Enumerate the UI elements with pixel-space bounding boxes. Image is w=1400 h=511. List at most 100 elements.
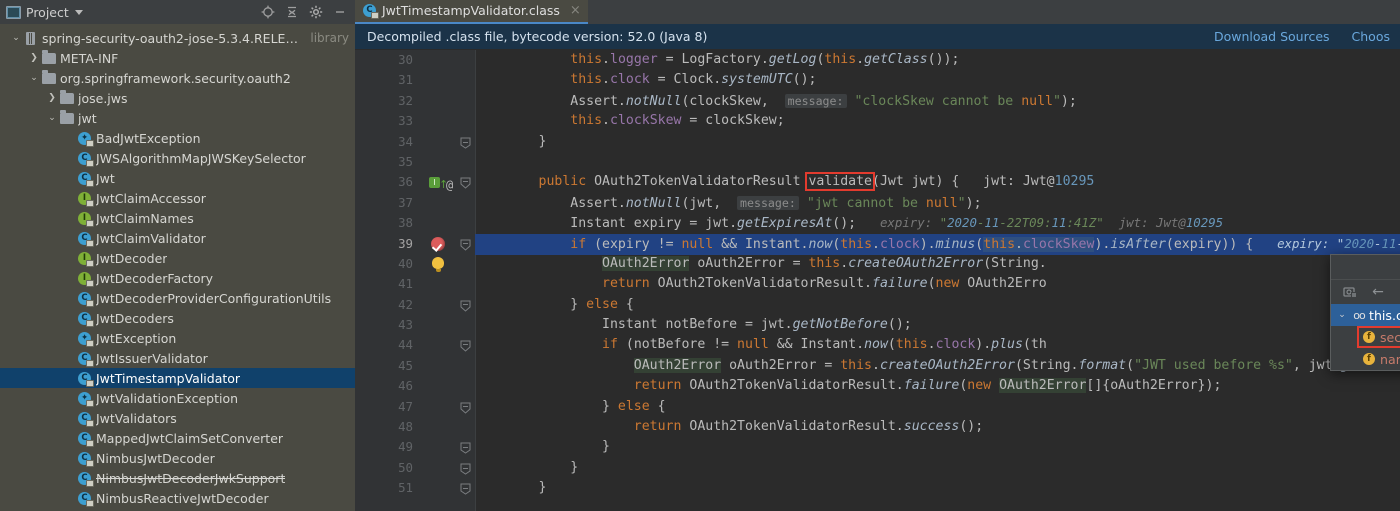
code-line-43[interactable]: 43 Instant notBefore = jwt.getNotBefore(… <box>355 315 1400 335</box>
code-text-line-43[interactable]: Instant notBefore = jwt.getNotBefore(); <box>475 315 912 335</box>
code-line-33[interactable]: 33 this.clockSkew = clockSkew; <box>355 111 1400 131</box>
debug-var-root[interactable]: ⌄ oo this.clockSkew = {Duration@10298} "… <box>1331 304 1400 326</box>
editor-tab-jwttimestampvalidator[interactable]: C JwtTimestampValidator.class × <box>355 0 588 24</box>
code-line-31[interactable]: 31 this.clock = Clock.systemUTC(); <box>355 70 1400 90</box>
gutter-icons-line-51[interactable] <box>419 478 471 498</box>
code-line-36[interactable]: 36 I ↑ @ public OAuth2TokenValidatorResult … <box>355 172 1400 192</box>
tree-node-nimbusjwtdecoderjwksupport[interactable]: C NimbusJwtDecoderJwkSupport <box>0 468 355 488</box>
tree-node-nimbusjwtdecoder[interactable]: C NimbusJwtDecoder <box>0 448 355 468</box>
code-line-30[interactable]: 30 this.logger = LogFactory.getLog(this.… <box>355 50 1400 70</box>
code-text-line-51[interactable]: } <box>475 478 547 498</box>
code-fold-marker-icon[interactable] <box>460 339 471 353</box>
gutter-icons-line-45[interactable] <box>419 356 471 376</box>
tree-node-nimbusreactivejwtdecoder[interactable]: C NimbusReactiveJwtDecoder <box>0 488 355 508</box>
tree-node-jwtclaimvalidator[interactable]: C JwtClaimValidator <box>0 228 355 248</box>
tree-node-jwtdecoderproviderconfigurationutils[interactable]: C JwtDecoderProviderConfigurationUtils <box>0 288 355 308</box>
gutter-icons-line-46[interactable] <box>419 376 471 396</box>
tree-node-jwttimestampvalidator[interactable]: C JwtTimestampValidator <box>0 368 355 388</box>
code-line-32[interactable]: 32 Assert.notNull(clockSkew, message: "c… <box>355 91 1400 111</box>
locate-icon[interactable] <box>257 1 279 23</box>
code-line-44[interactable]: 44 if (notBefore != null && Instant.now(… <box>355 335 1400 355</box>
code-text-line-36[interactable]: public OAuth2TokenValidatorResult valida… <box>475 172 1095 192</box>
gutter-icons-line-38[interactable] <box>419 213 471 233</box>
code-line-35[interactable]: 35 <box>355 152 1400 172</box>
gutter-icons-line-43[interactable] <box>419 315 471 335</box>
code-text-line-38[interactable]: Instant expiry = jwt.getExpiresAt(); exp… <box>475 213 1223 234</box>
code-text-line-42[interactable]: } else { <box>475 295 634 315</box>
code-fold-marker-icon[interactable] <box>460 462 471 475</box>
project-tree[interactable]: ⌄ spring-security-oauth2-jose-5.3.4.RELEA… <box>0 24 355 511</box>
choose-sources-link[interactable]: Choos <box>1352 29 1390 44</box>
code-text-line-32[interactable]: Assert.notNull(clockSkew, message: "cloc… <box>475 91 1077 112</box>
tree-node-jwtclaimaccessor[interactable]: I JwtClaimAccessor <box>0 188 355 208</box>
code-text-line-30[interactable]: this.logger = LogFactory.getLog(this.get… <box>475 50 959 70</box>
evaluate-expression-icon[interactable] <box>1341 283 1359 301</box>
chevron-right-icon[interactable]: ❯ <box>28 53 40 63</box>
code-text-line-49[interactable]: } <box>475 437 610 457</box>
code-fold-marker-icon[interactable] <box>460 176 471 190</box>
chevron-down-icon[interactable]: ⌄ <box>10 33 22 43</box>
chevron-down-icon[interactable]: ⌄ <box>28 73 40 83</box>
code-text-line-33[interactable]: this.clockSkew = clockSkew; <box>475 111 784 131</box>
gutter-icons-line-50[interactable] <box>419 458 471 478</box>
tree-node-meta-inf[interactable]: ❯ META-INF <box>0 48 355 68</box>
gutter-icons-line-30[interactable] <box>419 50 471 70</box>
code-fold-marker-icon[interactable] <box>460 238 471 251</box>
debug-var-nanos[interactable]: f nanos = 0 <box>1331 348 1400 370</box>
gutter-icons-line-47[interactable] <box>419 397 471 417</box>
code-text-line-46[interactable]: return OAuth2TokenValidatorResult.failur… <box>475 376 1221 396</box>
code-text-line-41[interactable]: return OAuth2TokenValidatorResult.failur… <box>475 274 1047 294</box>
code-text-line-40[interactable]: OAuth2Error oAuth2Error = this.createOAu… <box>475 254 1047 274</box>
code-line-47[interactable]: 47 } else { <box>355 397 1400 417</box>
tree-node-jwtissuervalidator[interactable]: C JwtIssuerValidator <box>0 348 355 368</box>
code-line-38[interactable]: 38 Instant expiry = jwt.getExpiresAt(); … <box>355 213 1400 233</box>
gutter-icons-line-37[interactable] <box>419 193 471 213</box>
gutter-icons-line-44[interactable] <box>419 335 471 355</box>
gutter-icons-line-32[interactable] <box>419 91 471 111</box>
code-text-line-39[interactable]: if (expiry != null && Instant.now(this.c… <box>475 233 1400 255</box>
tree-node-jwtvalidators[interactable]: C JwtValidators <box>0 408 355 428</box>
gutter-icons-line-35[interactable] <box>419 152 471 172</box>
gutter-icons-line-34[interactable] <box>419 132 471 152</box>
tree-node-jwtexception[interactable]: ✦ JwtException <box>0 328 355 348</box>
code-fold-marker-icon[interactable] <box>460 441 471 455</box>
code-editor[interactable]: 30 this.logger = LogFactory.getLog(this.… <box>355 50 1400 511</box>
gutter-icons-line-33[interactable] <box>419 111 471 131</box>
code-line-45[interactable]: 45 OAuth2Error oAuth2Error = this.create… <box>355 356 1400 376</box>
code-text-line-48[interactable]: return OAuth2TokenValidatorResult.succes… <box>475 417 983 437</box>
gutter-icons-line-36[interactable]: I ↑ @ <box>419 172 471 192</box>
tree-node-mappedjwtclaimsetconverter[interactable]: C MappedJwtClaimSetConverter <box>0 428 355 448</box>
code-line-41[interactable]: 41 return OAuth2TokenValidatorResult.fai… <box>355 274 1400 294</box>
lightbulb-intention-icon[interactable] <box>432 256 444 272</box>
tree-node-jwsalgorithmmapjwskeyselector[interactable]: C JWSAlgorithmMapJWSKeySelector <box>0 148 355 168</box>
tree-node-jwt[interactable]: C Jwt <box>0 168 355 188</box>
tree-node-jwtdecoders[interactable]: C JwtDecoders <box>0 308 355 328</box>
tree-node-jwtdecoder[interactable]: I JwtDecoder <box>0 248 355 268</box>
tree-node-jwtdecoderfactory[interactable]: I JwtDecoderFactory <box>0 268 355 288</box>
chevron-down-icon[interactable]: ⌄ <box>1335 310 1349 320</box>
minimize-icon[interactable] <box>329 1 351 23</box>
tree-node-badjwtexception[interactable]: ✦ BadJwtException <box>0 128 355 148</box>
tree-node-jwtclaimnames[interactable]: I JwtClaimNames <box>0 208 355 228</box>
code-text-line-50[interactable]: } <box>475 458 578 478</box>
gutter-icons-line-48[interactable] <box>419 417 471 437</box>
code-fold-marker-icon[interactable] <box>460 299 471 312</box>
gutter-icons-line-39[interactable] <box>419 234 471 254</box>
code-fold-marker-icon[interactable] <box>460 482 471 495</box>
chevron-down-icon[interactable]: ⌄ <box>46 113 58 123</box>
gutter-icons-line-42[interactable] <box>419 295 471 315</box>
debug-value-popup[interactable]: this.clockSkew ← → ⌄ oo this.clockSkew =… <box>1330 254 1400 371</box>
gutter-icons-line-40[interactable] <box>419 254 471 274</box>
gutter-icons-line-41[interactable] <box>419 274 471 294</box>
code-line-34[interactable]: 34 } <box>355 132 1400 152</box>
chevron-right-icon[interactable]: ❯ <box>46 93 58 103</box>
gear-icon[interactable] <box>305 1 327 23</box>
code-text-line-37[interactable]: Assert.notNull(jwt, message: "jwt cannot… <box>475 193 982 214</box>
code-line-42[interactable]: 42 } else { <box>355 295 1400 315</box>
code-line-49[interactable]: 49 } <box>355 437 1400 457</box>
tree-node-jwt[interactable]: ⌄ jwt <box>0 108 355 128</box>
code-line-37[interactable]: 37 Assert.notNull(jwt, message: "jwt can… <box>355 193 1400 213</box>
project-panel-title[interactable]: Project <box>6 5 83 20</box>
code-text-line-31[interactable]: this.clock = Clock.systemUTC(); <box>475 70 816 90</box>
code-line-50[interactable]: 50 } <box>355 458 1400 478</box>
